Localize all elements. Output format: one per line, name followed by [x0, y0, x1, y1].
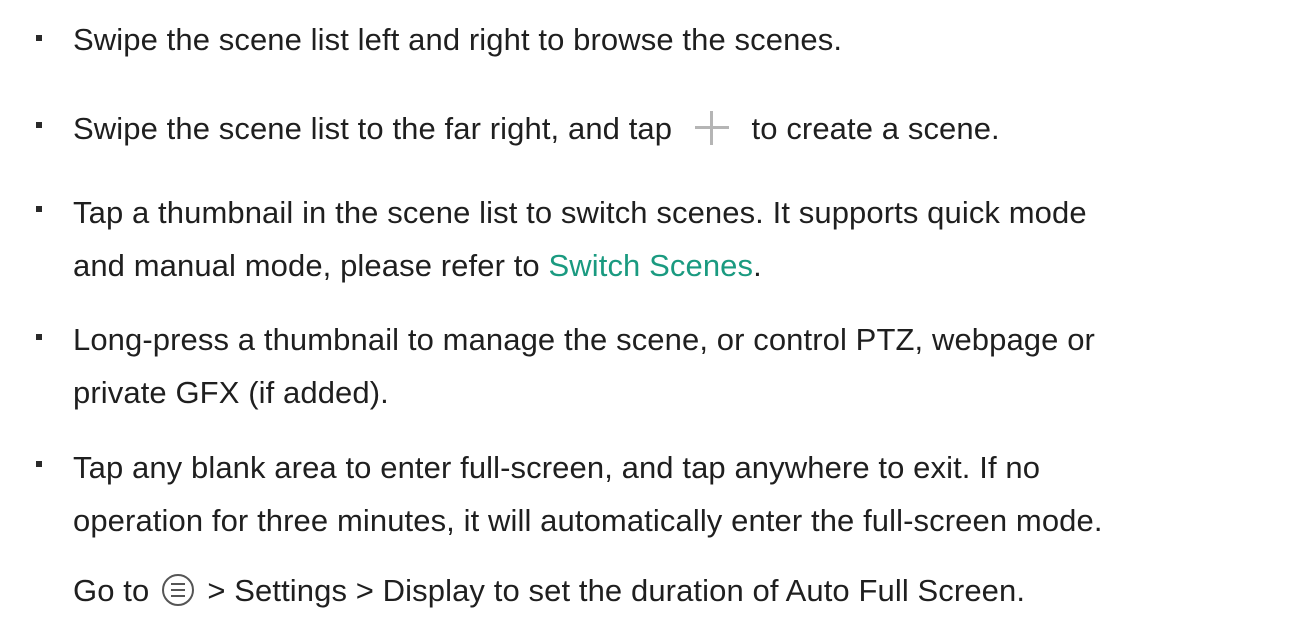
plus-icon [694, 111, 729, 145]
bullet-marker [36, 461, 42, 467]
menu-circle-icon [161, 573, 195, 616]
item-text-before-icon: Swipe the scene list to the far right, a… [73, 111, 673, 146]
item-text-after-icon: to create a scene. [751, 111, 1000, 146]
item-text-line: operation for three minutes, it will aut… [73, 503, 1103, 538]
item-text-line: Go to > Settings > Display to set the dur… [73, 572, 1025, 610]
bullet-marker [36, 206, 42, 212]
bullet-marker [36, 122, 42, 128]
item-text: Swipe the scene list left and right to b… [73, 22, 843, 57]
item-text: Swipe the scene list to the far right, a… [73, 110, 1000, 148]
item-text-line: Tap any blank area to enter full-screen,… [73, 450, 1041, 485]
item-text-before-icon: Go to [73, 573, 150, 608]
item-text-before-link: and manual mode, please refer to [73, 248, 549, 283]
item-text-line: and manual mode, please refer to Switch … [73, 247, 762, 285]
item-text-line: Long-press a thumbnail to manage the sce… [73, 322, 1095, 357]
item-text-after-icon: > Settings > Display to set the duration… [207, 573, 1026, 608]
item-text-line: private GFX (if added). [73, 375, 389, 410]
bullet-marker [36, 334, 42, 340]
item-text-after-link: . [753, 248, 762, 283]
switch-scenes-link[interactable]: Switch Scenes [548, 248, 753, 283]
bullet-marker [36, 35, 42, 41]
item-text-line: Tap a thumbnail in the scene list to swi… [73, 195, 1087, 230]
